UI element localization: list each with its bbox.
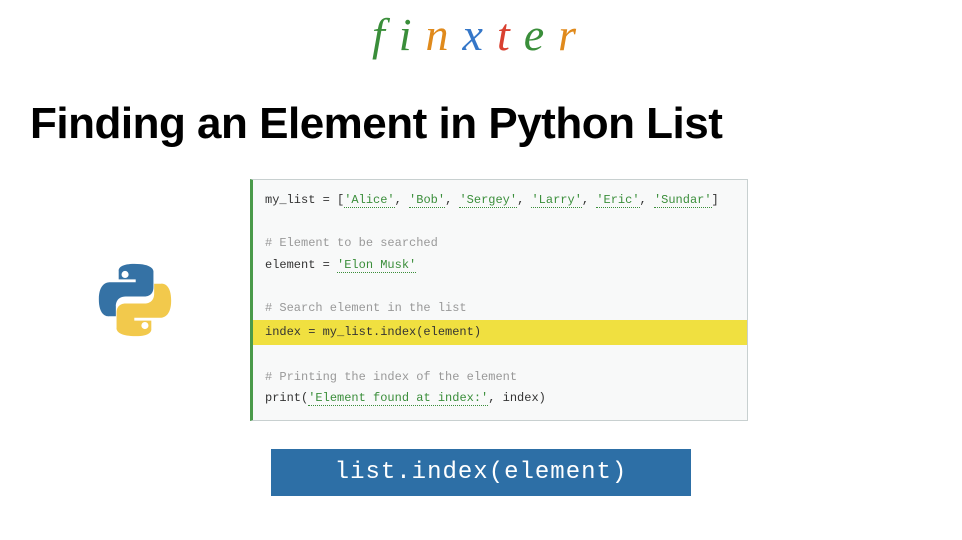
code-blank-3 [253, 345, 747, 367]
method-signature-box: list.index(element) [271, 449, 691, 496]
python-logo-icon [96, 261, 174, 339]
code-line-2: element = 'Elon Musk' [253, 255, 747, 277]
content-row: my_list = ['Alice', 'Bob', 'Sergey', 'La… [0, 179, 962, 421]
finxter-logo: finxter [0, 0, 962, 61]
code-comment-2: # Search element in the list [253, 298, 747, 320]
logo-char-f: f [372, 8, 399, 61]
logo-char-r: r [558, 8, 590, 61]
logo-char-x: x [463, 8, 497, 61]
logo-char-e: e [524, 8, 558, 61]
code-line-4: print('Element found at index:', index) [253, 388, 747, 410]
logo-char-n: n [426, 8, 463, 61]
code-comment-1: # Element to be searched [253, 233, 747, 255]
code-comment-3: # Printing the index of the element [253, 367, 747, 389]
logo-char-i: i [399, 8, 426, 61]
code-example-box: my_list = ['Alice', 'Bob', 'Sergey', 'La… [250, 179, 748, 421]
code-line-highlighted: index = my_list.index(element) [253, 320, 747, 346]
code-blank-2 [253, 276, 747, 298]
code-line-1: my_list = ['Alice', 'Bob', 'Sergey', 'La… [253, 190, 747, 212]
logo-char-t: t [497, 8, 524, 61]
code-blank-1 [253, 212, 747, 234]
page-title: Finding an Element in Python List [30, 99, 962, 149]
